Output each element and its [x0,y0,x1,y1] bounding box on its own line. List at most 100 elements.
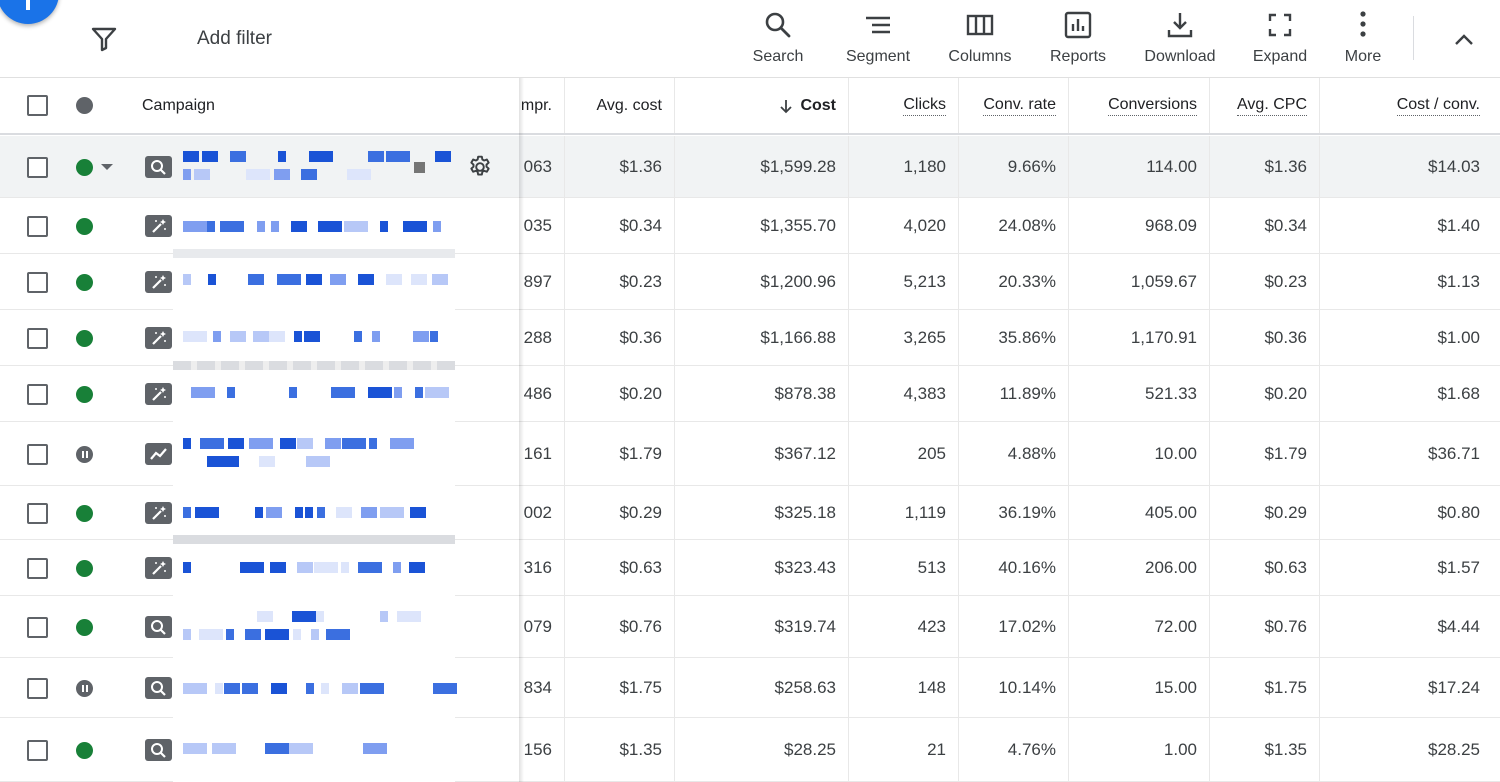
status-dropdown-icon[interactable] [101,164,113,170]
cost-cell: $28.25 [675,718,849,781]
download-button[interactable]: Download [1140,10,1220,70]
cost-conv-cell: $14.03 [1428,156,1480,176]
clicks-cell: 3,265 [849,310,959,365]
clicks-cell: 4,383 [849,366,959,421]
table-row[interactable]: 288 $0.36 $1,166.88 3,265 35.86% 1,170.91 $0.3… [0,310,1500,366]
cost-column-header[interactable]: Cost [675,78,849,133]
search-campaign-icon [145,739,172,761]
columns-label: Columns [948,48,1012,65]
table-row[interactable]: 316 $0.63 $323.43 513 40.16% 206.00 $0.63 $1.57 [0,540,1500,596]
gear-icon[interactable] [467,154,493,180]
table-row[interactable]: 897 $0.23 $1,200.96 5,213 20.33% 1,059.67 $0.2… [0,254,1500,310]
enabled-status-icon[interactable] [76,329,93,347]
campaign-name-redacted[interactable] [173,718,455,782]
clicks-cell: 1,119 [849,486,959,539]
enabled-status-icon[interactable] [76,741,93,759]
add-filter-button[interactable]: Add filter [197,28,272,50]
more-button[interactable]: More [1340,10,1386,70]
enabled-status-icon[interactable] [76,385,93,403]
select-all-checkbox[interactable] [27,95,48,116]
enabled-status-icon[interactable] [76,217,93,235]
paused-status-icon[interactable] [76,445,93,463]
filter-icon[interactable] [90,26,118,52]
expand-label: Expand [1252,48,1308,65]
enabled-status-icon[interactable] [76,158,93,176]
cost-cell: $878.38 [675,366,849,421]
campaign-name-redacted[interactable] [173,540,455,596]
avg-cpc-column-header[interactable]: Avg. CPC [1210,78,1320,133]
conversions-cell: 10.00 [1069,422,1210,485]
campaign-name-redacted[interactable] [173,254,455,310]
row-checkbox[interactable] [27,215,48,237]
expand-icon [1268,13,1292,37]
enabled-status-icon[interactable] [76,504,93,522]
row-checkbox[interactable] [27,271,48,293]
row-checkbox[interactable] [27,739,48,761]
table-row[interactable]: 063 $1.36 $1,599.28 1,180 9.66% 114.00 $1.36 $1… [0,136,1500,198]
search-campaign-icon [145,677,172,699]
table-row[interactable]: 161 $1.79 $367.12 205 4.88% 10.00 $1.79 $36.71 [0,422,1500,486]
row-checkbox[interactable] [27,383,48,405]
campaign-name-redacted[interactable] [173,366,455,422]
conversions-column-header[interactable]: Conversions [1069,78,1210,133]
conversions-cell: 206.00 [1069,540,1210,595]
table-row[interactable]: 156 $1.35 $28.25 21 4.76% 1.00 $1.35 $28.25 [0,718,1500,782]
avg-cost-cell: $1.75 [565,658,675,717]
cost-cell: $325.18 [675,486,849,539]
row-checkbox[interactable] [27,677,48,699]
row-checkbox[interactable] [27,156,48,178]
impr-cell: 002 [522,486,565,539]
clicks-cell: 205 [849,422,959,485]
clicks-column-header[interactable]: Clicks [849,78,959,133]
stop-icon[interactable] [414,161,425,173]
display-campaign-icon [145,443,172,465]
paused-status-icon[interactable] [76,679,93,697]
avg-cost-column-header[interactable]: Avg. cost [565,78,675,133]
row-checkbox[interactable] [27,616,48,638]
row-checkbox[interactable] [27,557,48,579]
clicks-cell: 513 [849,540,959,595]
status-column-icon[interactable] [76,97,93,114]
impr-cell: 063 [522,136,565,197]
cost-conv-column-header[interactable]: Cost / conv. [1320,78,1500,133]
reports-button[interactable]: Reports [1045,10,1111,70]
impr-column-header[interactable]: mpr. [522,78,565,133]
row-checkbox[interactable] [27,327,48,349]
expand-button[interactable]: Expand [1249,10,1311,70]
campaign-name-redacted[interactable] [173,658,457,718]
campaign-column-header[interactable]: Campaign [142,97,215,115]
enabled-status-icon[interactable] [76,559,93,577]
redaction-bar [173,535,455,544]
row-checkbox[interactable] [27,443,48,465]
enabled-status-icon[interactable] [76,618,93,636]
segment-label: Segment [845,48,911,65]
table-row[interactable]: 079 $0.76 $319.74 423 17.02% 72.00 $0.76 $4.44 [0,596,1500,658]
performance-max-icon [145,271,172,293]
conv-rate-column-header[interactable]: Conv. rate [959,78,1069,133]
enabled-status-icon[interactable] [76,273,93,291]
campaign-name-redacted[interactable] [173,596,455,658]
campaign-name-redacted[interactable] [173,198,455,254]
impr-cell: 156 [522,718,565,781]
more-icon [1360,11,1366,37]
campaign-name-redacted[interactable] [173,136,455,198]
cost-cell: $367.12 [675,422,849,485]
conv-rate-cell: 9.66% [959,136,1069,197]
table-row[interactable]: 002 $0.29 $325.18 1,119 36.19% 405.00 $0.29 $0.… [0,486,1500,540]
clicks-cell: 1,180 [849,136,959,197]
create-campaign-button[interactable] [0,0,59,24]
impr-cell: 316 [522,540,565,595]
row-checkbox[interactable] [27,502,48,524]
campaign-name-redacted[interactable] [173,310,455,366]
avg-cpc-cell: $1.36 [1210,136,1320,197]
clicks-cell: 5,213 [849,254,959,309]
chevron-up-icon[interactable] [1450,26,1478,54]
segment-button[interactable]: Segment [842,10,914,70]
campaign-name-redacted[interactable] [173,422,455,486]
table-row[interactable]: 486 $0.20 $878.38 4,383 11.89% 521.33 $0.20 $1.… [0,366,1500,422]
search-button[interactable]: Search [748,10,808,70]
columns-button[interactable]: Columns [944,10,1016,70]
table-row[interactable]: 035 $0.34 $1,355.70 4,020 24.08% 968.09 $0.34 $… [0,198,1500,254]
campaign-name-redacted[interactable] [173,486,455,540]
table-row[interactable]: 834 $1.75 $258.63 148 10.14% 15.00 $1.75 $17.24 [0,658,1500,718]
